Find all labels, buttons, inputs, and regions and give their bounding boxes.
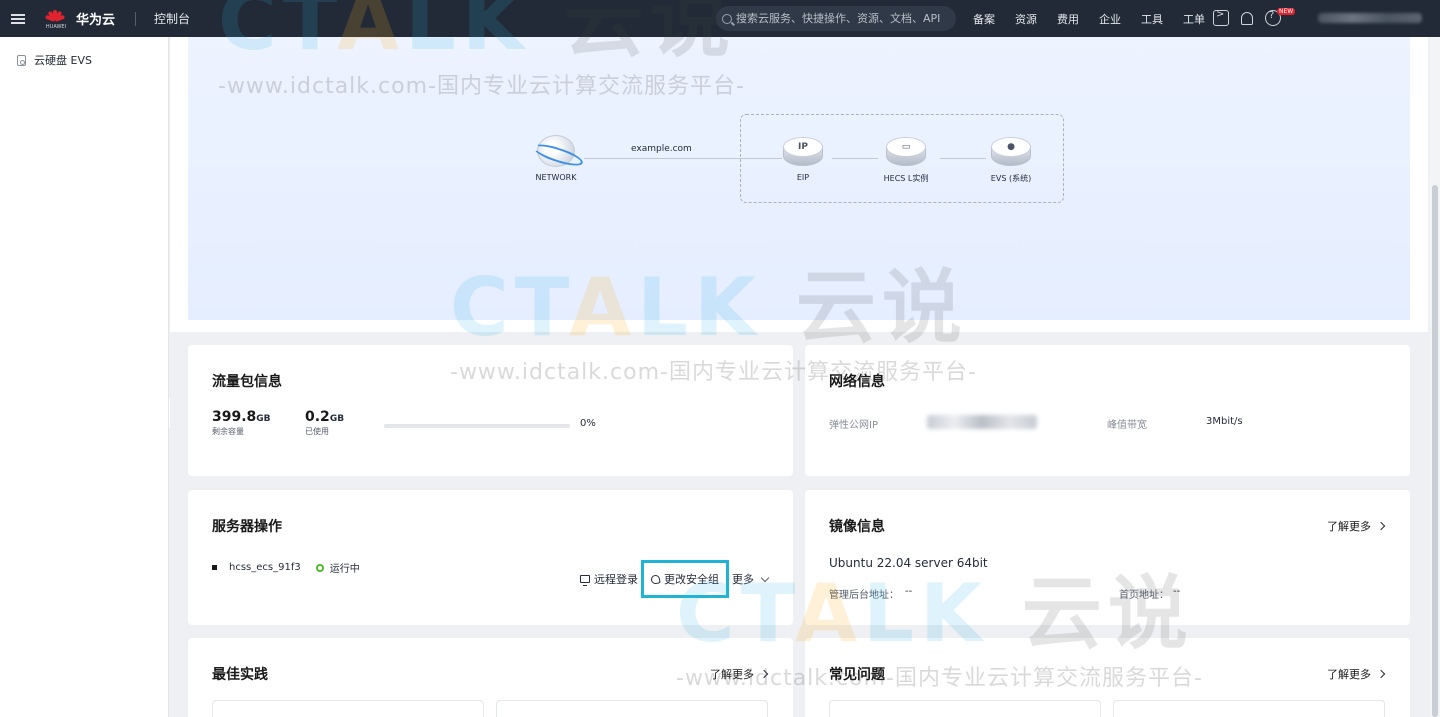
eip-label: 弹性公网IP	[829, 420, 878, 431]
traffic-package-card: 流量包信息 399.8GB 剩余容量 0.2GB 已使用 0%	[188, 345, 793, 476]
bell-icon[interactable]	[1241, 11, 1253, 25]
cloud-shell-icon[interactable]	[1213, 9, 1229, 26]
eip-value-blurred	[927, 415, 1037, 429]
chevron-right-icon	[1376, 521, 1386, 531]
nav-link-tools[interactable]: 工具	[1141, 11, 1163, 27]
logo-subtext: HUAWEI	[45, 23, 67, 30]
global-search[interactable]	[716, 6, 956, 31]
huawei-flower-icon: HUAWEI	[44, 8, 66, 30]
usage-progress-bar	[384, 424, 570, 428]
topology-node-network: NETWORK	[534, 135, 578, 182]
image-info-card: 镜像信息 了解更多 Ubuntu 22.04 server 64bit 管理后台…	[805, 490, 1410, 625]
topology-node-ecs: ▭ HECS L实例	[878, 137, 934, 184]
nav-link-tickets[interactable]: 工单	[1183, 11, 1205, 27]
brand-name: 华为云	[76, 13, 116, 28]
server-row: hcss_ecs_91f3 运行中	[212, 560, 360, 575]
scrollbar-track[interactable]	[1430, 37, 1440, 717]
console-link[interactable]: 控制台	[154, 10, 190, 27]
more-actions-dropdown[interactable]: 更多	[732, 571, 770, 587]
faq-card: 常见问题 了解更多	[805, 638, 1410, 717]
server-name[interactable]: hcss_ecs_91f3	[229, 562, 301, 573]
faq-item[interactable]	[829, 700, 1101, 717]
stat-remaining: 399.8GB 剩余容量	[212, 409, 271, 436]
sidebar-item-evs[interactable]: 云硬盘 EVS	[0, 37, 168, 68]
topology-link-eip-ecs	[832, 158, 878, 159]
card-title: 网络信息	[829, 374, 885, 390]
usage-percent: 0%	[580, 418, 596, 429]
practice-item[interactable]	[496, 700, 768, 717]
server-actions: 远程登录 更改安全组 更多	[580, 560, 770, 598]
bullet-square	[212, 565, 217, 570]
image-os: Ubuntu 22.04 server 64bit	[829, 556, 988, 570]
huawei-logo[interactable]: HUAWEI 华为云	[44, 8, 115, 30]
admin-url-value: --	[905, 586, 913, 597]
topology-node-evs: ● EVS (系统)	[984, 137, 1038, 184]
sidebar-item-label: 云硬盘 EVS	[34, 54, 92, 67]
best-practice-card: 最佳实践 了解更多	[188, 638, 793, 717]
new-badge: NEW	[1277, 8, 1296, 15]
scrollbar-thumb[interactable]	[1432, 185, 1438, 717]
running-status-icon	[315, 563, 324, 572]
nav-link-resources[interactable]: 资源	[1015, 11, 1037, 27]
bandwidth-value: 3Mbit/s	[1206, 416, 1243, 427]
disk-volume-icon: ●	[991, 137, 1031, 167]
admin-url-label: 管理后台地址：	[829, 590, 899, 601]
card-title: 最佳实践	[212, 667, 268, 683]
monitor-icon	[580, 575, 590, 586]
chevron-right-icon	[759, 669, 769, 679]
chevron-right-icon	[1376, 669, 1386, 679]
topology-node-eip: IP EIP	[782, 137, 824, 182]
network-info-card: 网络信息 弹性公网IP 峰值带宽 3Mbit/s	[805, 345, 1410, 476]
server-ops-card: 服务器操作 hcss_ecs_91f3 运行中 远程登录 更改安全组 更多	[188, 490, 793, 625]
nav-link-enterprise[interactable]: 企业	[1099, 11, 1121, 27]
faq-item[interactable]	[1113, 700, 1385, 717]
learn-more-link[interactable]: 了解更多	[710, 666, 769, 682]
menu-icon[interactable]	[0, 0, 36, 37]
topology-link-label: example.com	[631, 144, 692, 154]
card-title: 镜像信息	[829, 519, 885, 535]
topology-section: NETWORK example.com IP EIP ▭ HECS L实例 ● …	[170, 37, 1428, 332]
globe-icon	[537, 135, 575, 167]
learn-more-link[interactable]: 了解更多	[1327, 666, 1386, 682]
topology-diagram: NETWORK example.com IP EIP ▭ HECS L实例 ● …	[188, 37, 1410, 320]
home-url-label: 首页地址：	[1119, 590, 1169, 601]
card-title: 服务器操作	[212, 519, 282, 535]
change-security-group-button[interactable]: 更改安全组	[641, 560, 729, 598]
server-status: 运行中	[329, 564, 360, 575]
nav-link-billing[interactable]: 费用	[1057, 11, 1079, 27]
card-title: 流量包信息	[212, 374, 282, 390]
nav-links: 备案 资源 费用 企业 工具 工单	[973, 0, 1225, 37]
disk-icon	[17, 54, 26, 66]
card-title: 常见问题	[829, 667, 885, 683]
remote-login-button[interactable]: 远程登录	[580, 571, 638, 587]
sidebar: 云硬盘 EVS	[0, 37, 169, 717]
search-input[interactable]	[736, 12, 946, 25]
home-url-value: --	[1173, 586, 1181, 597]
search-icon	[722, 13, 732, 24]
stat-used: 0.2GB 已使用	[305, 409, 345, 436]
chevron-down-icon	[760, 573, 770, 582]
learn-more-link[interactable]: 了解更多	[1327, 518, 1386, 534]
security-group-icon	[650, 573, 661, 585]
practice-item[interactable]	[212, 700, 484, 717]
bandwidth-label: 峰值带宽	[1107, 420, 1147, 431]
nav-divider	[135, 11, 137, 26]
eip-icon: IP	[783, 137, 823, 167]
server-icon: ▭	[886, 137, 926, 167]
topology-link-ecs-evs	[940, 158, 986, 159]
account-name-blurred[interactable]	[1318, 13, 1422, 23]
nav-link-beian[interactable]: 备案	[973, 11, 995, 27]
main-content: NETWORK example.com IP EIP ▭ HECS L实例 ● …	[170, 37, 1428, 717]
